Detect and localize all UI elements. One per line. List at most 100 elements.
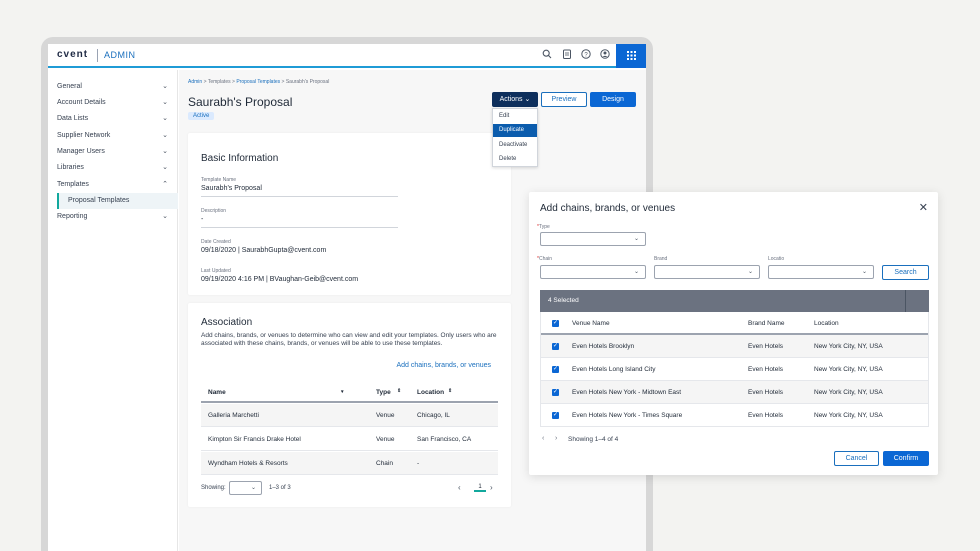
chevron-down-icon: ⌄: [162, 164, 168, 171]
field-label: Template Name: [201, 177, 237, 183]
sidebar-item-libraries[interactable]: Libraries ⌄: [57, 162, 168, 174]
sort-icon[interactable]: ⇕: [397, 388, 401, 394]
last-updated-value: 09/19/2020 4:16 PM | BVaughan-Geib@cvent…: [201, 276, 359, 283]
row-checkbox[interactable]: ✓: [552, 412, 559, 419]
sidebar-item-data-lists[interactable]: Data Lists ⌄: [57, 113, 168, 125]
breadcrumb-proposal-templates[interactable]: Proposal Templates: [236, 79, 280, 85]
design-button[interactable]: Design: [590, 92, 636, 107]
chain-select[interactable]: ⌄: [540, 265, 646, 279]
breadcrumb-admin[interactable]: Admin: [188, 79, 202, 85]
column-header-location[interactable]: Location: [417, 389, 444, 396]
cell-brand-name: Even Hotels: [748, 389, 784, 396]
close-icon[interactable]: ✕: [919, 201, 928, 214]
search-icon[interactable]: [540, 49, 553, 62]
chevron-down-icon: ⌄: [162, 132, 168, 139]
sidebar-item-label: General: [57, 83, 82, 90]
sort-icon[interactable]: ▾: [341, 389, 344, 395]
previous-page-icon[interactable]: ‹: [542, 435, 544, 442]
menu-item-duplicate[interactable]: Duplicate: [493, 124, 537, 137]
column-header-name[interactable]: Name: [208, 389, 226, 396]
clipboard-icon[interactable]: [560, 49, 573, 62]
menu-item-delete[interactable]: Delete: [493, 153, 537, 166]
selected-count: 4 Selected: [548, 297, 579, 304]
table-header: Name ▾ Type ⇕ Location ⇕: [201, 381, 498, 403]
cell-type: Venue: [376, 436, 395, 443]
table-row[interactable]: Kimpton Sir Francis Drake Hotel Venue Sa…: [201, 428, 498, 451]
cell-name: Galleria Marchetti: [208, 412, 259, 419]
cell-location: Chicago, IL: [417, 412, 450, 419]
table-row[interactable]: ✓ Even Hotels New York - Times Square Ev…: [541, 404, 928, 427]
menu-item-edit[interactable]: Edit: [493, 110, 537, 123]
search-button[interactable]: Search: [882, 265, 929, 280]
actions-button[interactable]: Actions ⌄: [492, 92, 538, 107]
table-header: ✓ Venue Name Brand Name Location: [541, 312, 928, 335]
apps-grid-icon[interactable]: [616, 44, 646, 68]
cancel-button[interactable]: Cancel: [834, 451, 879, 466]
chevron-down-icon: ⌄: [250, 485, 256, 491]
status-badge: Active: [188, 112, 215, 120]
sidebar-item-label: Libraries: [57, 164, 84, 171]
sidebar-item-label: Supplier Network: [57, 132, 111, 139]
confirm-button[interactable]: Confirm: [883, 451, 929, 466]
row-checkbox[interactable]: ✓: [552, 343, 559, 350]
association-description: Add chains, brands, or venues to determi…: [201, 332, 497, 347]
selection-bar: 4 Selected: [540, 290, 929, 312]
sidebar-item-templates[interactable]: Templates ⌃: [57, 179, 168, 191]
sidebar-item-general[interactable]: General ⌄: [57, 81, 168, 93]
page-number[interactable]: 1: [474, 484, 486, 492]
add-chains-link[interactable]: Add chains, brands, or venues: [396, 362, 491, 369]
column-header-location[interactable]: Location: [814, 320, 839, 327]
next-page-icon[interactable]: ›: [490, 483, 493, 492]
chevron-down-icon: ⌄: [747, 269, 753, 275]
add-chains-modal: Add chains, brands, or venues ✕ *Type ⌄ …: [529, 192, 938, 475]
table-row[interactable]: ✓ Even Hotels New York - Midtown East Ev…: [541, 381, 928, 404]
row-checkbox[interactable]: ✓: [552, 366, 559, 373]
column-header-brand-name[interactable]: Brand Name: [748, 320, 785, 327]
select-all-checkbox[interactable]: ✓: [552, 320, 559, 327]
table-row[interactable]: ✓ Even Hotels Brooklyn Even Hotels New Y…: [541, 335, 928, 358]
type-select[interactable]: ⌄: [540, 232, 646, 246]
column-header-type[interactable]: Type: [376, 389, 391, 396]
association-card: Association Add chains, brands, or venue…: [188, 303, 511, 507]
cell-venue-name: Even Hotels Brooklyn: [572, 343, 635, 350]
chevron-down-icon: ⌄: [162, 213, 168, 220]
brand-select[interactable]: ⌄: [654, 265, 760, 279]
table-row[interactable]: Wyndham Hotels & Resorts Chain -: [201, 452, 498, 475]
breadcrumb-separator: >: [232, 79, 235, 85]
showing-label: Showing:: [201, 485, 226, 491]
chevron-down-icon: ⌄: [162, 83, 168, 90]
sidebar-subitem-proposal-templates[interactable]: Proposal Templates: [57, 193, 178, 209]
sidebar-item-manager-users[interactable]: Manager Users ⌄: [57, 146, 168, 158]
chevron-down-icon: ⌄: [162, 115, 168, 122]
preview-button[interactable]: Preview: [541, 92, 587, 107]
sidebar-item-reporting[interactable]: Reporting ⌄: [57, 211, 168, 223]
cell-venue-name: Even Hotels Long Island City: [572, 366, 656, 373]
location-select[interactable]: ⌄: [768, 265, 874, 279]
sidebar-item-supplier-network[interactable]: Supplier Network ⌄: [57, 130, 168, 142]
cell-location: New York City, NY, USA: [814, 389, 883, 396]
previous-page-icon[interactable]: ‹: [458, 483, 461, 492]
breadcrumb-templates[interactable]: Templates: [208, 79, 231, 85]
menu-item-deactivate[interactable]: Deactivate: [493, 139, 537, 152]
next-page-icon[interactable]: ›: [555, 435, 557, 442]
breadcrumb-separator: >: [203, 79, 207, 85]
field-underline: [201, 227, 398, 228]
chevron-down-icon: ⌄: [633, 269, 639, 275]
cvent-logo[interactable]: cvent: [57, 49, 88, 60]
chevron-down-icon: ⌄: [861, 269, 867, 275]
sidebar-item-account-details[interactable]: Account Details ⌄: [57, 97, 168, 109]
location-label: Locatio: [768, 256, 785, 262]
column-header-venue-name[interactable]: Venue Name: [572, 320, 610, 327]
template-name-value: Saurabh's Proposal: [201, 185, 262, 192]
row-checkbox[interactable]: ✓: [552, 389, 559, 396]
chevron-down-icon: ⌄: [162, 148, 168, 155]
table-row[interactable]: Galleria Marchetti Venue Chicago, IL: [201, 404, 498, 427]
modal-result-count: Showing 1–4 of 4: [568, 436, 619, 443]
page-size-select[interactable]: ⌄: [229, 481, 262, 495]
help-icon[interactable]: ?: [579, 49, 592, 62]
cell-brand-name: Even Hotels: [748, 412, 784, 419]
chevron-down-icon: ⌄: [524, 96, 531, 103]
user-icon[interactable]: [598, 49, 611, 62]
sort-icon[interactable]: ⇕: [448, 388, 452, 394]
table-row[interactable]: ✓ Even Hotels Long Island City Even Hote…: [541, 358, 928, 381]
